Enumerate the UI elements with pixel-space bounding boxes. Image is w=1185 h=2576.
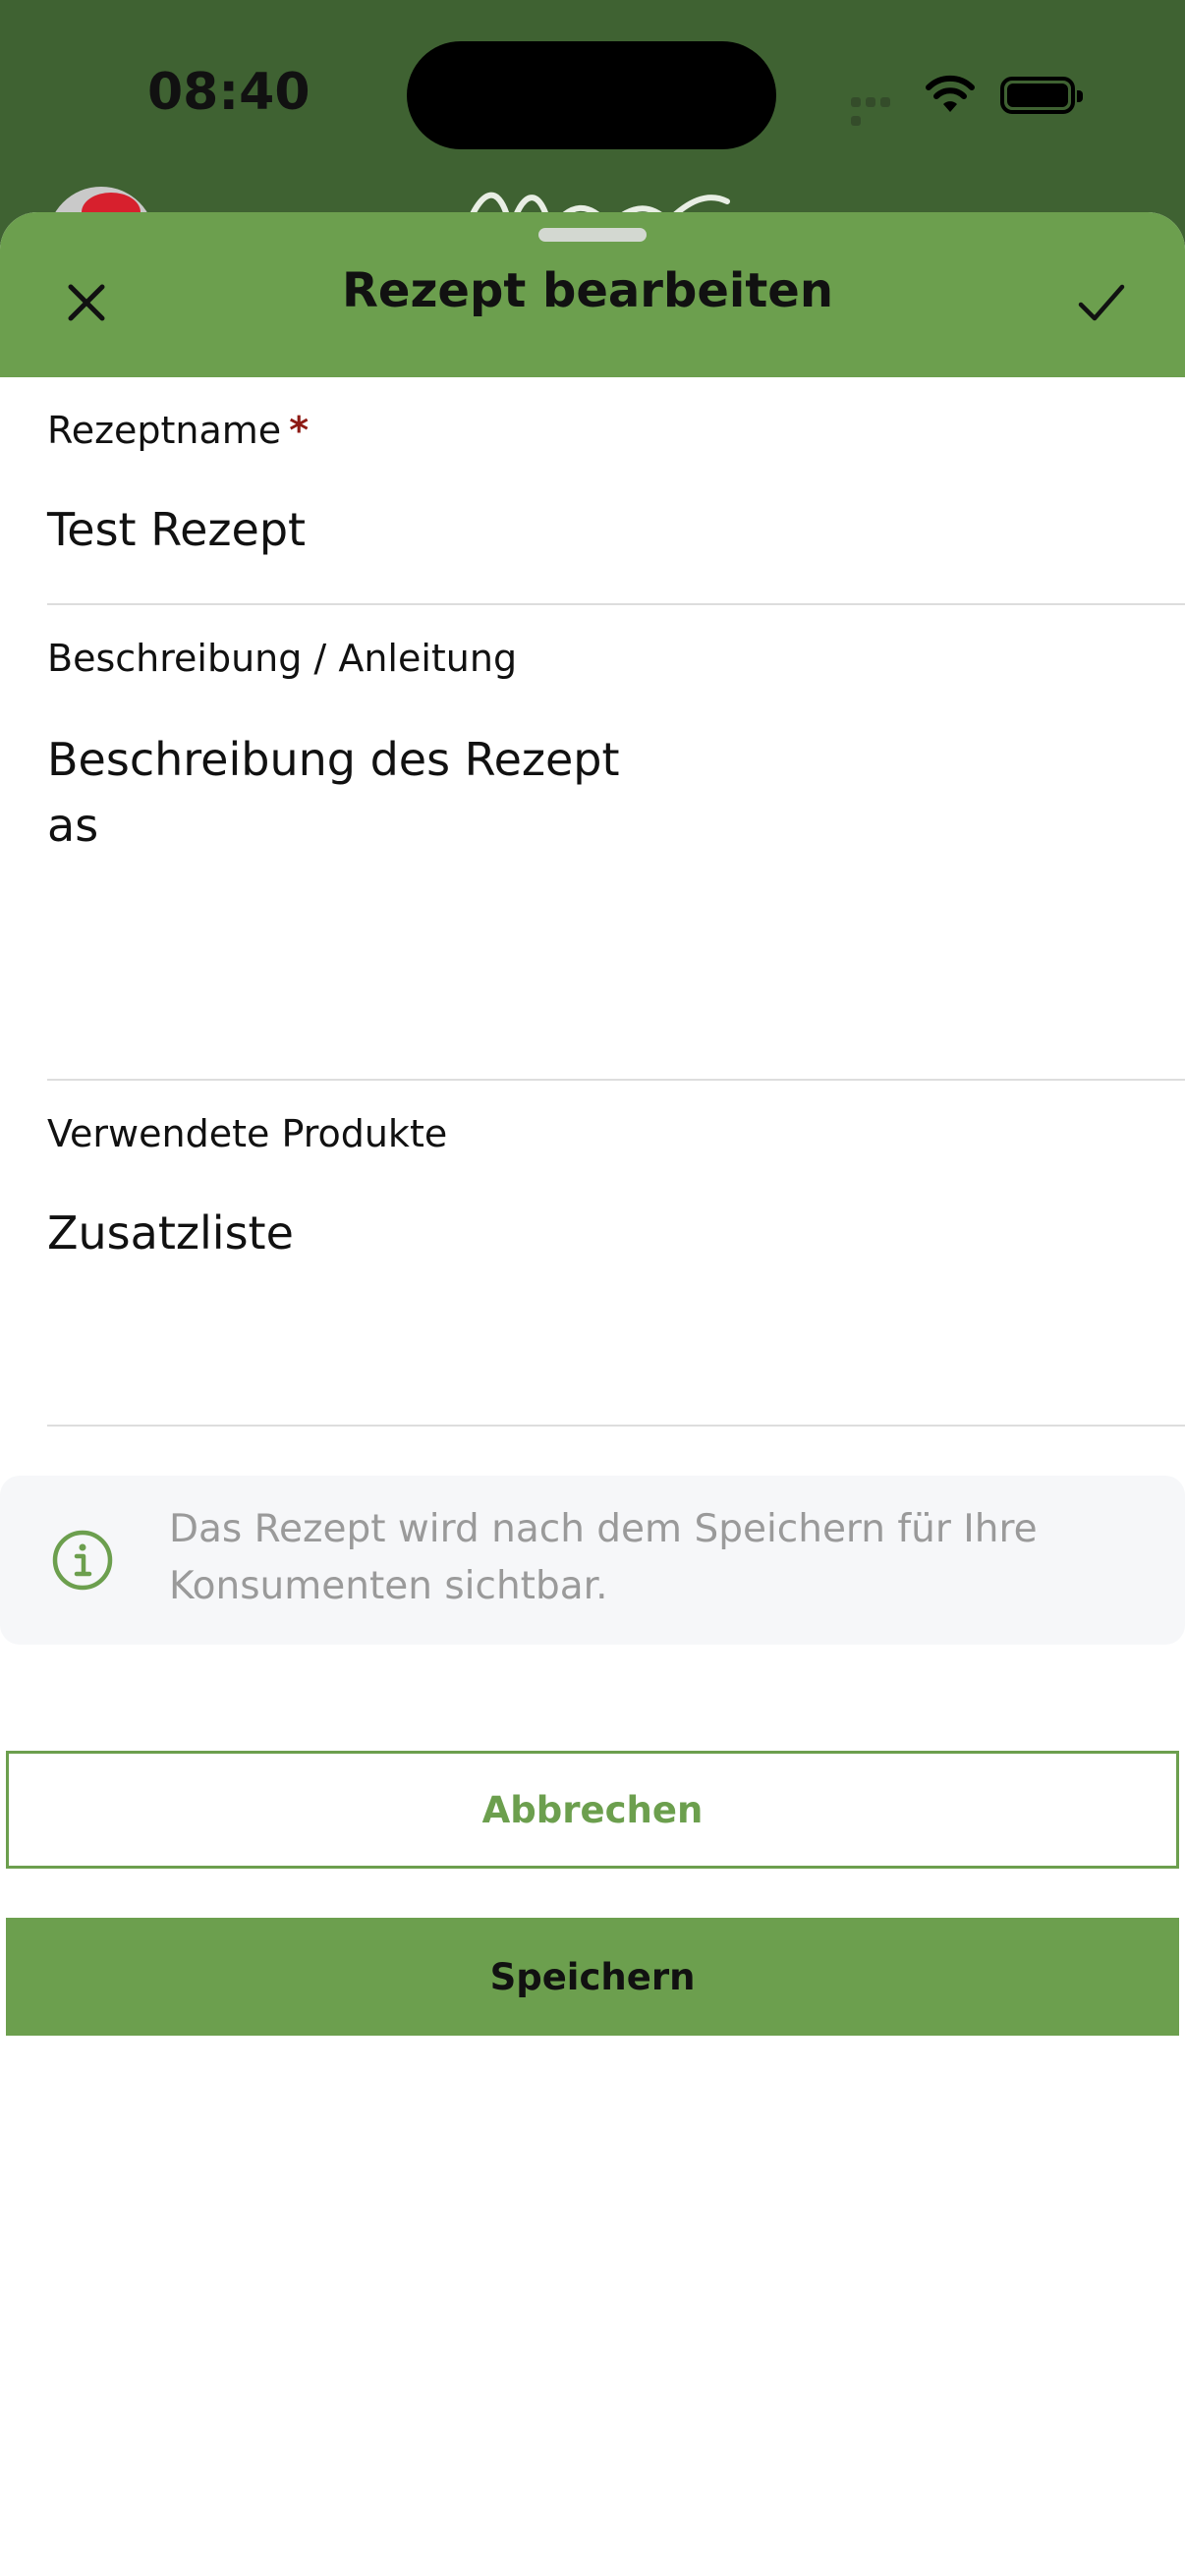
description-field[interactable]: Beschreibung / Anleitung Beschreibung de… <box>47 605 1185 1081</box>
info-notice: Das Rezept wird nach dem Speichern für I… <box>0 1476 1185 1645</box>
edit-recipe-sheet: Rezept bearbeiten Rezeptname * Test Rezep… <box>0 212 1185 2576</box>
dynamic-island <box>407 41 776 149</box>
status-time: 08:40 <box>147 63 310 122</box>
description-textarea[interactable]: Beschreibung des Rezept as <box>47 727 637 859</box>
cancel-button[interactable]: Abbrechen <box>6 1751 1179 1869</box>
recipe-name-field[interactable]: Rezeptname * Test Rezept <box>47 377 1185 605</box>
sheet-title: Rezept bearbeiten <box>341 263 834 318</box>
sheet-grabber-handle[interactable] <box>538 228 647 242</box>
confirm-button[interactable] <box>1067 271 1136 334</box>
wifi-icon <box>926 75 975 112</box>
cellular-signal-icon <box>851 92 908 126</box>
battery-icon <box>1000 77 1083 114</box>
save-button[interactable]: Speichern <box>6 1918 1179 2036</box>
recipe-name-input[interactable]: Test Rezept <box>47 503 306 556</box>
used-products-field[interactable]: Verwendete Produkte Zusatzliste <box>47 1081 1185 1427</box>
checkmark-icon <box>1078 284 1125 321</box>
info-text: Das Rezept wird nach dem Speichern für I… <box>169 1507 1038 1608</box>
required-marker: * <box>289 409 310 452</box>
recipe-name-label: Rezeptname * <box>47 409 310 452</box>
sheet-header: Rezept bearbeiten <box>0 212 1185 377</box>
used-products-value[interactable]: Zusatzliste <box>47 1206 294 1260</box>
description-label: Beschreibung / Anleitung <box>47 637 518 680</box>
info-icon <box>52 1530 113 1591</box>
used-products-label: Verwendete Produkte <box>47 1112 448 1155</box>
